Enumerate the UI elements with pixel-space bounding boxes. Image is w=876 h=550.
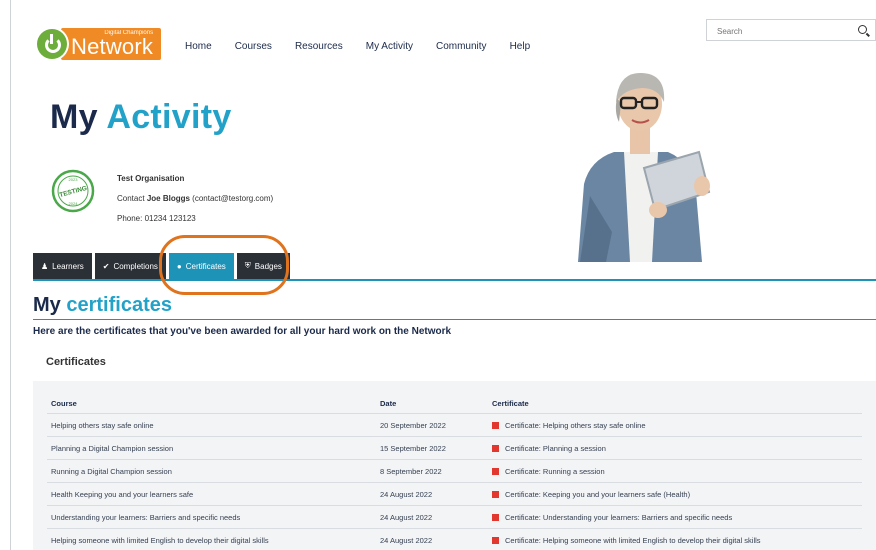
contact-name: Joe Bloggs [146,194,190,203]
pdf-icon [492,421,499,429]
tab-completions-label: Completions [113,261,158,271]
certificate-link[interactable]: Certificate: Keeping you and your learne… [505,490,690,499]
pdf-icon [492,513,499,521]
left-frame-border [10,0,11,550]
search-box [706,19,876,41]
section-divider [33,319,876,320]
org-phone: Phone: 01234 123123 [117,214,196,223]
logo-small-text: Digital Champions [104,30,154,36]
tab-learners-label: Learners [52,261,84,271]
certificates-table: Course Date Certificate Helping others s… [47,393,862,550]
certificate-link[interactable]: Certificate: Helping others stay safe on… [505,421,646,430]
main-nav: Home Courses Resources My Activity Commu… [185,41,530,52]
course-cell: Understanding your learners: Barriers an… [47,505,376,529]
certificate-cell[interactable]: Certificate: Running a session [488,459,862,483]
power-icon [37,29,67,59]
table-row: Running a Digital Champion session 8 Sep… [47,459,862,483]
section-title-part-1: My [33,294,61,316]
hero-person-image [578,72,711,262]
certificate-link[interactable]: Certificate: Understanding your learners… [505,513,732,522]
course-cell: Helping someone with limited English to … [47,528,376,550]
course-cell: Helping others stay safe online [47,413,376,437]
date-cell: 8 September 2022 [376,459,488,483]
nav-home[interactable]: Home [185,41,212,52]
nav-community[interactable]: Community [436,41,487,52]
tab-learners[interactable]: ♟ Learners [33,253,92,279]
certificate-link[interactable]: Certificate: Helping someone with limite… [505,536,761,545]
table-row: Understanding your learners: Barriers an… [47,505,862,529]
org-contact: Contact Joe Bloggs (contact@testorg.com) [117,189,273,209]
pdf-icon [492,444,499,452]
nav-courses[interactable]: Courses [235,41,272,52]
certificate-cell[interactable]: Certificate: Planning a session [488,436,862,460]
page-title: My Activity [50,98,232,137]
testing-badge-logo: 2023 TESTING 2024 [51,169,95,213]
search-icon[interactable] [858,25,867,34]
certificate-cell[interactable]: Certificate: Keeping you and your learne… [488,482,862,506]
section-title-part-2: certificates [66,294,172,316]
section-subtitle: Here are the certificates that you've be… [33,326,452,337]
pdf-icon [492,467,499,475]
date-cell: 24 August 2022 [376,482,488,506]
certificate-cell[interactable]: Certificate: Helping someone with limite… [488,528,862,550]
column-certificate[interactable]: Certificate [488,393,862,414]
certificate-link[interactable]: Certificate: Running a session [505,467,605,476]
certificate-cell[interactable]: Certificate: Helping others stay safe on… [488,413,862,437]
certificate-link[interactable]: Certificate: Planning a session [505,444,606,453]
annotation-highlight-circle [159,235,289,295]
search-input[interactable] [715,21,849,41]
date-cell: 24 August 2022 [376,528,488,550]
course-cell: Running a Digital Champion session [47,459,376,483]
certificate-cell[interactable]: Certificate: Understanding your learners… [488,505,862,529]
column-course[interactable]: Course [47,393,376,414]
organisation-info: Test Organisation Contact Joe Bloggs (co… [117,169,273,229]
tab-completions[interactable]: ✔ Completions [94,253,166,279]
nav-resources[interactable]: Resources [295,41,343,52]
certificates-table-panel: Course Date Certificate Helping others s… [33,381,876,550]
table-row: Helping others stay safe online 20 Septe… [47,413,862,437]
page-title-part-2: Activity [106,98,232,136]
check-icon: ✔ [102,261,110,271]
badge-top-text: 2023 [69,177,79,182]
contact-prefix: Contact [117,194,145,203]
org-name: Test Organisation [117,174,185,183]
pdf-icon [492,490,499,498]
user-icon: ♟ [41,261,49,271]
table-row: Health Keeping you and your learners saf… [47,482,862,506]
section-title: My certificates [33,294,172,317]
table-header-row: Course Date Certificate [47,393,862,414]
date-cell: 24 August 2022 [376,505,488,529]
contact-email[interactable]: (contact@testorg.com) [192,194,273,203]
badge-bottom-text: 2024 [69,201,79,206]
tab-underline [33,279,876,281]
table-row: Planning a Digital Champion session 15 S… [47,436,862,460]
date-cell: 15 September 2022 [376,436,488,460]
table-row: Helping someone with limited English to … [47,528,862,550]
date-cell: 20 September 2022 [376,413,488,437]
course-cell: Health Keeping you and your learners saf… [47,482,376,506]
nav-help[interactable]: Help [510,41,531,52]
certificates-card-title: Certificates [46,356,106,368]
page-title-part-1: My [50,98,98,136]
logo-main-text: Network [71,34,154,59]
pdf-icon [492,536,499,544]
site-logo[interactable]: Digital Champions Network [37,26,162,62]
course-cell: Planning a Digital Champion session [47,436,376,460]
column-date[interactable]: Date [376,393,488,414]
nav-my-activity[interactable]: My Activity [366,41,413,52]
